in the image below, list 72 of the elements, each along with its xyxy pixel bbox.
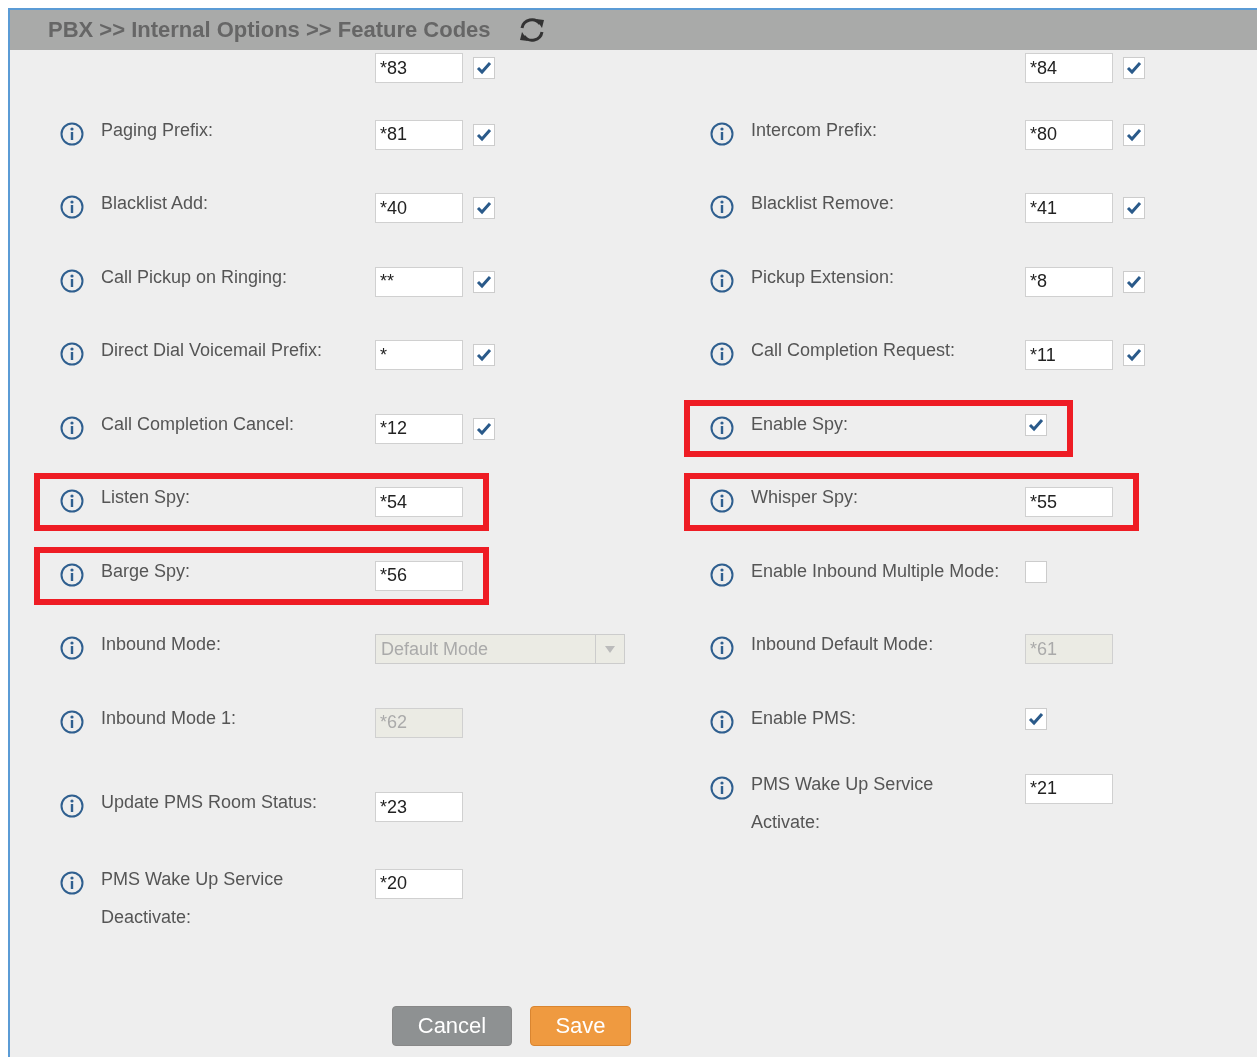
field-label: Enable PMS:: [751, 707, 858, 731]
input-field[interactable]: *20: [375, 868, 463, 899]
input-field[interactable]: *: [375, 340, 463, 371]
info-icon[interactable]: [60, 268, 84, 293]
info-icon[interactable]: [710, 195, 734, 220]
checkbox[interactable]: [473, 57, 495, 79]
input-field[interactable]: *23: [375, 792, 463, 822]
info-icon[interactable]: [710, 416, 734, 441]
info-icon[interactable]: [710, 268, 734, 293]
field-label: Enable Spy:: [751, 413, 850, 437]
caret-icon: [605, 645, 615, 653]
input-field[interactable]: *80: [1025, 119, 1113, 150]
input-field[interactable]: *12: [375, 413, 463, 444]
checkbox[interactable]: [1123, 344, 1145, 367]
checkbox[interactable]: [1025, 561, 1047, 584]
breadcrumb: PBX >> Internal Options >> Feature Codes: [48, 17, 491, 43]
checkbox[interactable]: [1123, 197, 1145, 220]
input-field[interactable]: *11: [1025, 340, 1113, 371]
field-label: Inbound Default Mode:: [751, 633, 935, 657]
info-icon[interactable]: [60, 562, 84, 587]
input-field[interactable]: *8: [1025, 266, 1113, 297]
input-field[interactable]: *83: [375, 53, 463, 83]
info-icon[interactable]: [60, 489, 84, 514]
info-icon[interactable]: [710, 121, 734, 146]
info-icon[interactable]: [710, 775, 734, 800]
checkbox[interactable]: [473, 123, 495, 146]
input-field[interactable]: *40: [375, 193, 463, 224]
checkbox[interactable]: [1025, 708, 1047, 731]
input-field[interactable]: *54: [375, 487, 463, 518]
field-label: PMS Wake Up Service Activate:: [751, 772, 935, 834]
input-field[interactable]: *21: [1025, 773, 1113, 804]
checkbox[interactable]: [1123, 270, 1145, 293]
info-icon[interactable]: [710, 563, 734, 588]
info-icon[interactable]: [60, 870, 84, 895]
info-icon[interactable]: [710, 342, 734, 367]
input-field[interactable]: *41: [1025, 193, 1113, 224]
input-field[interactable]: *56: [375, 560, 463, 591]
info-icon[interactable]: [60, 415, 84, 440]
field-label: Update PMS Room Status:: [101, 791, 319, 814]
info-icon[interactable]: [60, 794, 84, 818]
checkbox[interactable]: [1025, 414, 1047, 437]
info-icon[interactable]: [60, 342, 84, 367]
info-icon[interactable]: [710, 710, 734, 735]
field-label: Direct Dial Voicemail Prefix:: [101, 339, 324, 363]
checkbox[interactable]: [473, 417, 495, 440]
field-label: Call Completion Cancel:: [101, 412, 296, 436]
info-icon[interactable]: [60, 121, 84, 146]
field-label: Pickup Extension:: [751, 265, 896, 289]
field-label: Barge Spy:: [101, 559, 192, 583]
input-field[interactable]: *55: [1025, 487, 1113, 518]
checkbox[interactable]: [473, 197, 495, 220]
field-label: Enable Inbound Multiple Mode:: [751, 560, 1001, 584]
field-label: Blacklist Remove:: [751, 192, 896, 216]
info-icon[interactable]: [710, 489, 734, 514]
field-label: Call Completion Request:: [751, 339, 957, 363]
field-label: Blacklist Add:: [101, 192, 210, 216]
field-label: Call Pickup on Ringing:: [101, 265, 289, 289]
checkbox[interactable]: [1123, 123, 1145, 146]
field-label: Paging Prefix:: [101, 118, 215, 142]
field-label: Whisper Spy:: [751, 486, 860, 510]
field-label: Listen Spy:: [101, 486, 192, 510]
checkbox[interactable]: [473, 344, 495, 367]
checkbox[interactable]: [1123, 57, 1145, 79]
input-field[interactable]: **: [375, 266, 463, 297]
checkbox[interactable]: [473, 270, 495, 293]
input-field[interactable]: *84: [1025, 53, 1113, 83]
info-icon[interactable]: [60, 195, 84, 220]
field-label: PMS Wake Up Service Deactivate:: [101, 867, 285, 929]
field-label: Inbound Mode:: [101, 633, 223, 657]
field-label: Intercom Prefix:: [751, 118, 879, 142]
input-field[interactable]: *81: [375, 119, 463, 150]
field-label: Inbound Mode 1:: [101, 706, 238, 730]
